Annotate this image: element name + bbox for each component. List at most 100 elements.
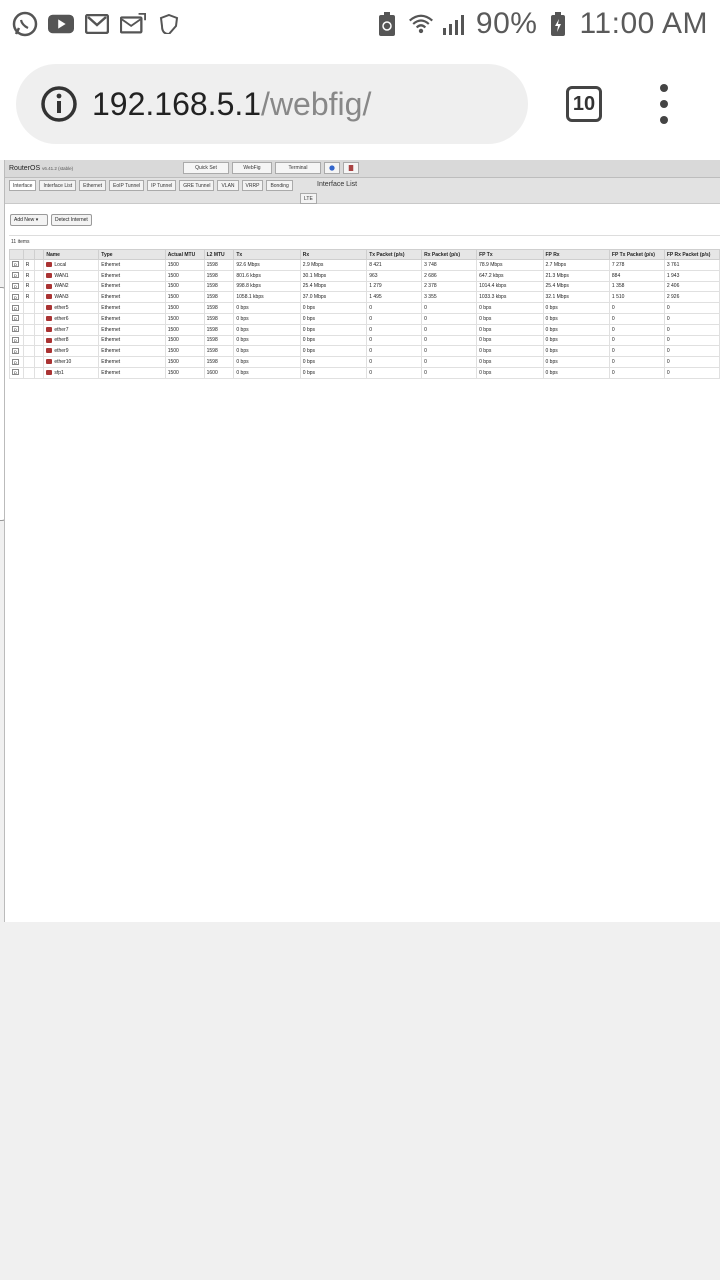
disable-toggle[interactable]: D <box>9 356 24 368</box>
disable-button[interactable]: D <box>12 304 19 311</box>
table-cell: 0 <box>366 302 423 314</box>
disable-button[interactable]: D <box>12 347 19 354</box>
column-header[interactable]: Name <box>43 249 100 260</box>
disable-toggle[interactable]: D <box>9 312 24 325</box>
column-header[interactable] <box>22 249 36 260</box>
column-header[interactable]: Rx Packet (p/s) <box>421 249 478 260</box>
detect-internet-button[interactable]: Detect Internet <box>51 214 92 226</box>
disable-button[interactable]: D <box>12 282 19 289</box>
tab-ethernet[interactable]: Ethernet <box>79 180 107 191</box>
table-cell: 2 406 <box>663 280 720 293</box>
disable-toggle[interactable]: D <box>9 291 24 304</box>
table-cell: R <box>22 280 36 293</box>
column-header[interactable]: FP Rx Packet (p/s) <box>663 249 720 260</box>
table-row[interactable]: Dsfp1 Ethernet 1500 1600 0 bps 0 bps 0 0 0 bps 0 … <box>9 366 720 379</box>
column-header[interactable]: Rx <box>299 249 368 260</box>
tab-eoip-tunnel[interactable]: EoIP Tunnel <box>109 180 145 191</box>
column-header[interactable]: L2 MTU <box>203 249 235 260</box>
table-row[interactable]: D R WAN2 Ethernet 1500 1598 998.8 kbps 25.4 Mbp… <box>9 280 720 293</box>
interface-name-text[interactable]: ether7 <box>54 327 68 333</box>
table-cell: 0 <box>421 312 478 325</box>
tab-vlan[interactable]: VLAN <box>217 180 239 191</box>
terminal-button[interactable]: Terminal <box>275 162 321 174</box>
interface-name-text[interactable]: ether5 <box>54 305 68 311</box>
column-header[interactable] <box>34 249 45 260</box>
tab-bonding[interactable]: Bonding <box>266 180 293 191</box>
disable-toggle[interactable]: D <box>9 280 24 293</box>
column-header[interactable] <box>9 249 24 260</box>
table-cell: 0 bps <box>542 312 610 325</box>
column-header[interactable]: Actual MTU <box>164 249 205 260</box>
table-cell: 1598 <box>203 345 235 358</box>
table-row[interactable]: Dether7 Ethernet 1500 1598 0 bps 0 bps 0 0 0 bps… <box>9 323 720 336</box>
url-text[interactable]: 192.168.5.1/webfig/ <box>92 86 371 123</box>
table-row[interactable]: Dether8 Ethernet 1500 1598 0 bps 0 bps 0 0 0 bps… <box>9 334 720 347</box>
table-cell: 0 <box>421 323 478 336</box>
disable-button[interactable]: D <box>12 261 19 268</box>
tab-ip-tunnel[interactable]: IP Tunnel <box>147 180 177 191</box>
disable-button[interactable]: D <box>12 369 19 376</box>
table-row[interactable]: D R WAN3 Ethernet 1500 1598 1058.1 kbps 37.0 Mb… <box>9 291 720 304</box>
add-new-button[interactable]: Add New ▾ <box>10 214 48 226</box>
disable-toggle[interactable]: D <box>9 345 24 358</box>
address-bar[interactable]: 192.168.5.1/webfig/ <box>16 64 528 144</box>
disable-button[interactable]: D <box>12 326 19 333</box>
table-row[interactable]: D R Local Ethernet 1500 1598 92.6 Mbps 2.9 Mbps… <box>9 259 720 271</box>
table-cell: 1033.3 kbps <box>476 291 544 304</box>
column-header[interactable]: Type <box>98 249 166 260</box>
table-row[interactable]: Dether9 Ethernet 1500 1598 0 bps 0 bps 0 0 0 bps… <box>9 345 720 358</box>
column-header[interactable]: Tx Packet (p/s) <box>366 249 423 260</box>
disable-toggle[interactable]: D <box>9 334 24 347</box>
tab-switcher-button[interactable]: 10 <box>566 86 602 122</box>
disable-button[interactable]: D <box>12 293 19 300</box>
column-header[interactable]: FP Tx Packet (p/s) <box>608 249 665 260</box>
column-header[interactable]: FP Tx <box>476 249 544 260</box>
interface-name-text[interactable]: ether8 <box>54 337 68 343</box>
tab-interface-list[interactable]: Interface List <box>39 180 77 191</box>
disable-toggle[interactable]: D <box>9 366 24 379</box>
table-cell: 0 <box>663 312 720 325</box>
table-cell: 1500 <box>164 312 205 325</box>
tab-lte[interactable]: LTE <box>300 193 317 204</box>
disable-button[interactable]: D <box>12 315 19 322</box>
table-cell: 3 761 <box>663 259 720 271</box>
table-row[interactable]: Dether10 Ethernet 1500 1598 0 bps 0 bps 0 0 0 bp… <box>9 356 720 368</box>
table-row[interactable]: Dether5 Ethernet 1500 1598 0 bps 0 bps 0 0 0 bps… <box>9 302 720 314</box>
table-row[interactable]: Dether6 Ethernet 1500 1598 0 bps 0 bps 0 0 0 bps… <box>9 312 720 325</box>
overflow-menu-icon[interactable] <box>652 84 676 124</box>
tab-interface[interactable]: Interface <box>9 180 37 191</box>
webfig-button[interactable]: WebFig <box>232 162 272 174</box>
interface-name-text[interactable]: ether6 <box>54 316 68 322</box>
interface-name-text[interactable]: sfp1 <box>54 370 63 376</box>
column-header[interactable]: FP Rx <box>542 249 610 260</box>
interface-name-text[interactable]: ether10 <box>54 359 71 365</box>
disable-button[interactable]: D <box>12 336 19 343</box>
tab-count: 10 <box>572 92 596 115</box>
interface-name-text[interactable]: Local <box>54 262 66 268</box>
info-icon[interactable] <box>40 85 78 123</box>
table-cell <box>22 345 36 358</box>
disable-button[interactable]: D <box>12 358 19 365</box>
column-header[interactable]: Tx <box>233 249 301 260</box>
table-cell: 1500 <box>164 356 205 368</box>
tab-vrrp[interactable]: VRRP <box>241 180 264 191</box>
interface-name-text[interactable]: ether9 <box>54 348 68 354</box>
tab-gre-tunnel[interactable]: GRE Tunnel <box>179 180 215 191</box>
disable-toggle[interactable]: D <box>9 323 24 336</box>
table-cell: 0 <box>663 356 720 368</box>
help-button[interactable] <box>324 162 340 174</box>
interface-name-text[interactable]: WAN1 <box>54 273 68 279</box>
table-cell: 998.8 kbps <box>233 280 301 293</box>
table-cell: 0 <box>663 345 720 358</box>
table-cell <box>34 302 45 314</box>
logout-button[interactable] <box>343 162 359 174</box>
disable-toggle[interactable]: D <box>9 302 24 314</box>
table-row[interactable]: D R WAN1 Ethernet 1500 1598 801.6 kbps 30.1 Mbp… <box>9 269 720 282</box>
interface-name-text[interactable]: WAN2 <box>54 283 68 289</box>
disable-button[interactable]: D <box>12 272 19 279</box>
disable-toggle[interactable]: D <box>9 259 24 271</box>
quick-set-button[interactable]: Quick Set <box>183 162 229 174</box>
interface-name: WAN1 <box>43 269 100 282</box>
interface-name-text[interactable]: WAN3 <box>54 294 68 300</box>
disable-toggle[interactable]: D <box>9 269 24 282</box>
